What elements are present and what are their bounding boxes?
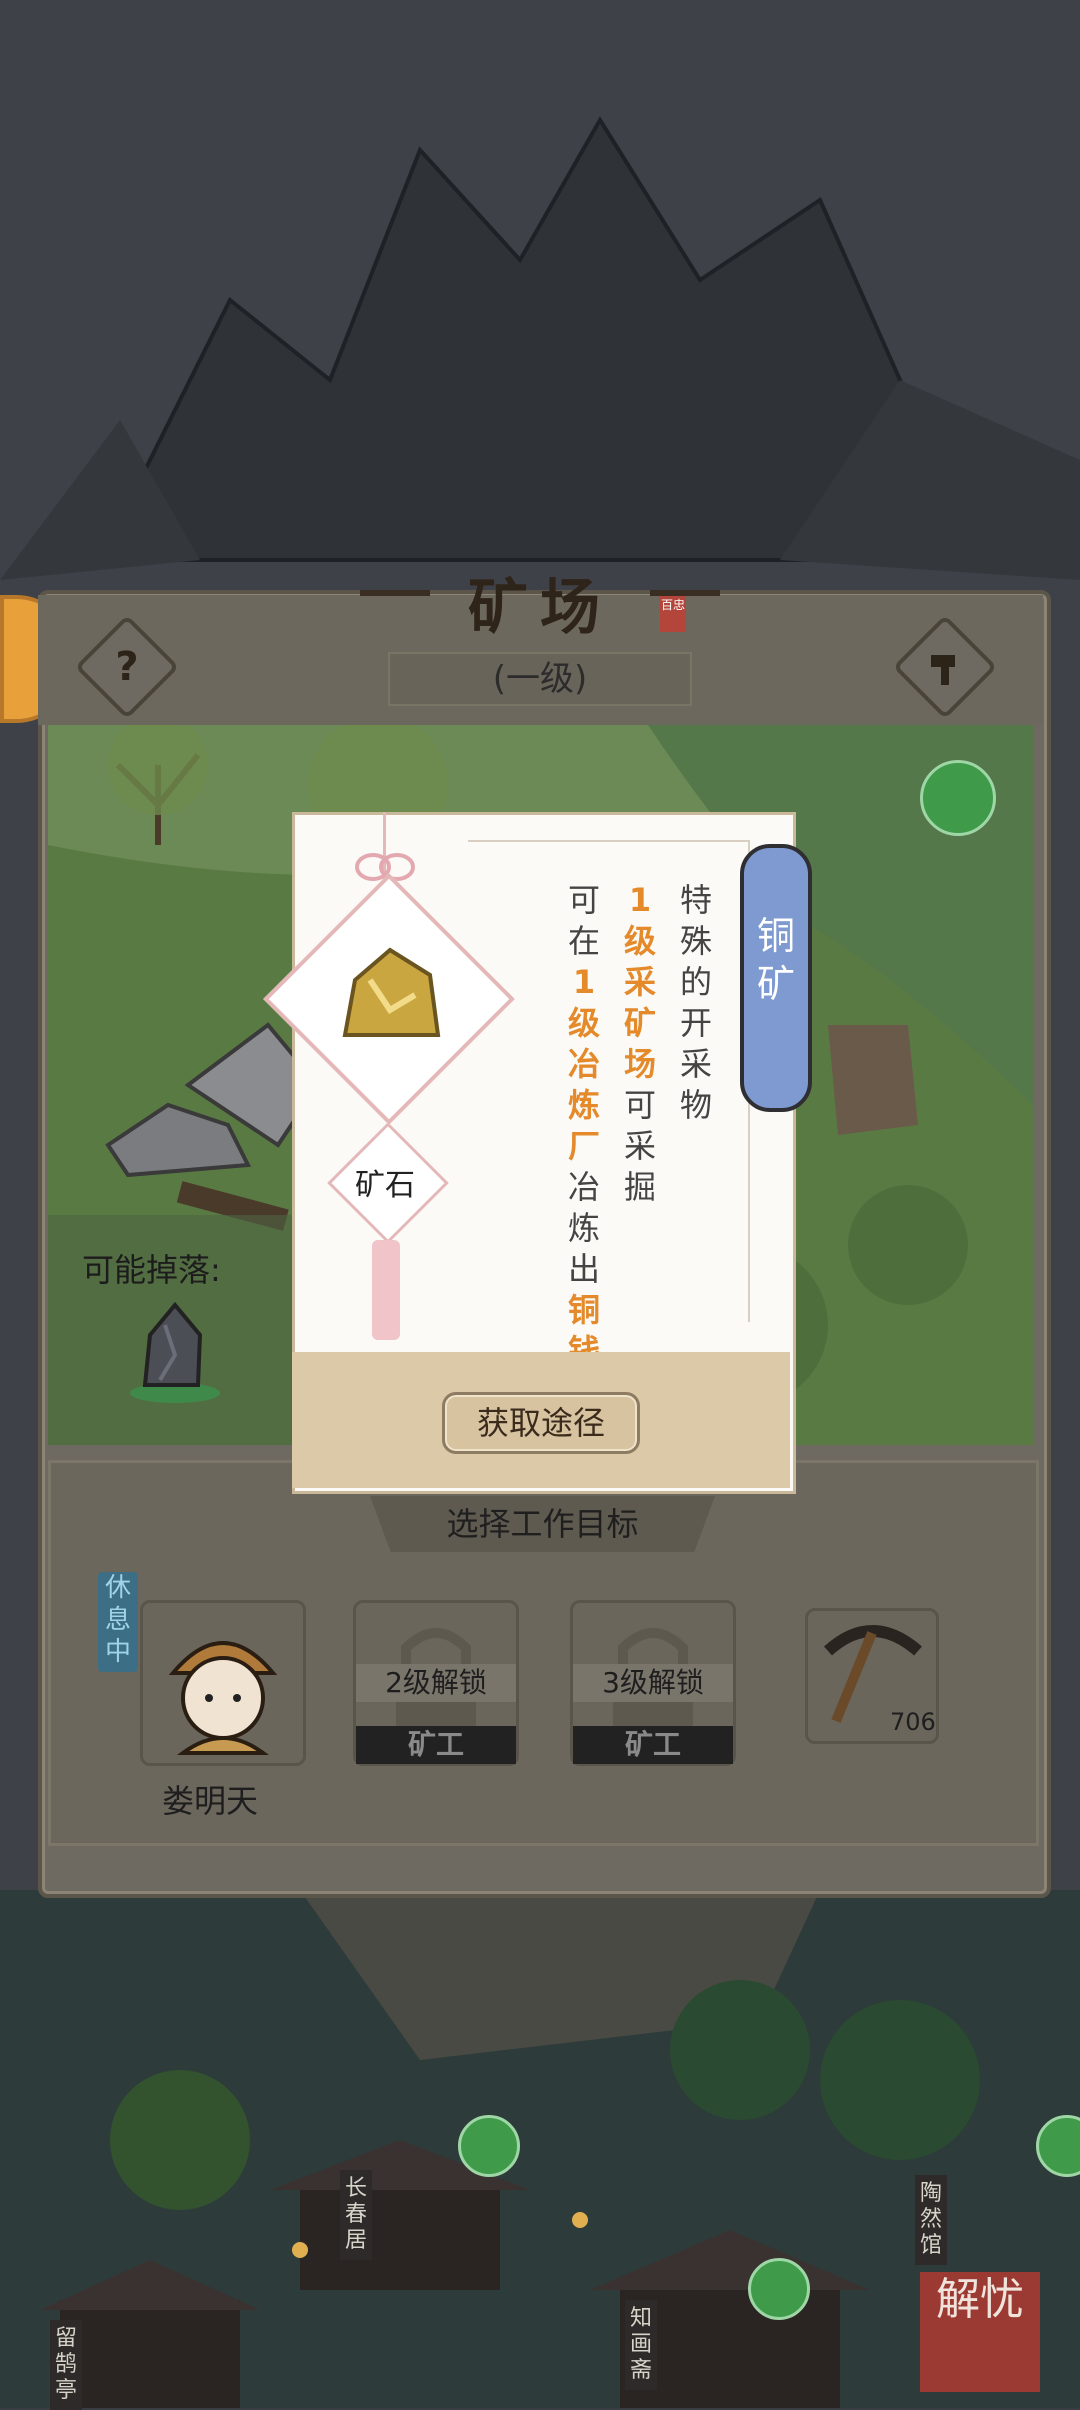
tassel	[372, 1240, 400, 1340]
worker-name: 娄明天	[162, 1782, 259, 1820]
map-label-changchunju[interactable]: 长春居	[340, 2170, 372, 2260]
hammer-icon	[912, 634, 978, 700]
desc-text: 冶炼出	[567, 1168, 600, 1288]
desc-column-2: 1级采矿场可采掘	[620, 880, 660, 1208]
map-label-taoranguan[interactable]: 陶然馆	[915, 2175, 947, 2265]
desc-highlight: 1级采矿场	[623, 881, 656, 1083]
map-label-liuhuting[interactable]: 留鹄亭	[50, 2320, 82, 2410]
question-icon: ?	[115, 644, 139, 690]
worker-slot[interactable]	[140, 1600, 306, 1766]
ore-icon	[330, 940, 450, 1064]
level-label: (一级)	[388, 652, 692, 706]
jieyou-seal-button[interactable]: 解忧	[920, 2272, 1040, 2392]
desc-column-3: 可在1级冶炼厂冶炼出铜钱	[564, 880, 604, 1372]
section-title: 选择工作目标	[446, 1505, 639, 1543]
unlock-level2-label: 2级解锁	[356, 1664, 516, 1702]
ore-drop-icon[interactable]	[120, 1295, 220, 1409]
upgrade-arrow-icon[interactable]	[458, 2115, 520, 2177]
item-name: 矿石	[355, 1168, 415, 1203]
acquire-path-button[interactable]: 获取途径	[442, 1392, 640, 1454]
desc-text: 可采掘	[623, 1086, 656, 1206]
unlock-level3-label: 3级解锁	[573, 1664, 733, 1702]
miner-role-label: 矿工	[573, 1726, 733, 1764]
title-seal: 百忠	[660, 596, 686, 632]
drops-label: 可能掉落:	[82, 1251, 221, 1289]
desc-column-1: 特殊的开采物	[679, 881, 712, 1124]
desc-highlight: 1级冶炼厂	[567, 963, 600, 1165]
page-title: 矿场	[468, 573, 612, 643]
worker-avatar	[168, 1641, 278, 1755]
speedup-icon[interactable]	[920, 760, 996, 836]
desc-text: 可在	[567, 881, 600, 960]
pickaxe-count: 706	[890, 1708, 936, 1736]
upgrade-arrow-icon[interactable]	[748, 2258, 810, 2320]
item-type-label: 铜矿	[756, 914, 795, 1006]
resting-badge: 休息中	[98, 1572, 138, 1672]
miner-role-label: 矿工	[356, 1726, 516, 1764]
map-label-zhihuazhai[interactable]: 知画斋	[625, 2300, 657, 2390]
